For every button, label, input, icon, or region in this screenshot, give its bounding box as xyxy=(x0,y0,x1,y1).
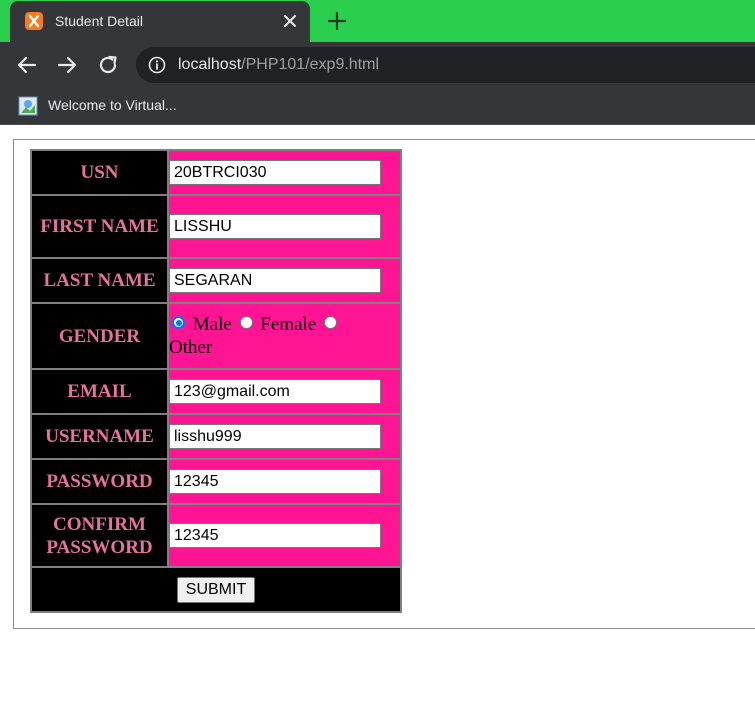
address-bar[interactable]: localhost/PHP101/exp9.html xyxy=(136,47,755,83)
url-host: localhost xyxy=(178,56,242,73)
submit-cell: SUBMIT xyxy=(31,567,401,612)
password-cell xyxy=(168,459,401,504)
email-input[interactable] xyxy=(169,379,381,404)
reload-icon[interactable] xyxy=(97,54,119,76)
gender-male-radio[interactable] xyxy=(172,316,185,329)
first-name-cell xyxy=(168,195,401,258)
username-input[interactable] xyxy=(169,424,381,449)
gender-cell: Male Female Other xyxy=(168,303,401,369)
email-cell xyxy=(168,369,401,414)
row-password: PASSWORD xyxy=(31,459,401,504)
confirm-password-input[interactable] xyxy=(169,523,381,548)
bookmarks-bar: Welcome to Virtual... xyxy=(0,89,755,125)
gender-options: Male Female Other xyxy=(169,313,400,359)
browser-tab[interactable]: Student Detail xyxy=(10,1,310,42)
confirm-password-cell xyxy=(168,504,401,567)
confirm-password-label: CONFIRM PASSWORD xyxy=(31,504,168,567)
row-usn: USN xyxy=(31,150,401,195)
usn-label: USN xyxy=(31,150,168,195)
info-icon[interactable] xyxy=(148,56,166,74)
url-text: localhost/PHP101/exp9.html xyxy=(178,56,379,74)
last-name-cell xyxy=(168,258,401,303)
xampp-icon xyxy=(25,12,43,30)
password-input[interactable] xyxy=(169,469,381,494)
row-first-name: FIRST NAME xyxy=(31,195,401,258)
gender-other-radio[interactable] xyxy=(323,316,337,329)
browser-toolbar: localhost/PHP101/exp9.html xyxy=(0,42,755,89)
back-arrow-icon[interactable] xyxy=(16,54,38,76)
email-label: EMAIL xyxy=(31,369,168,414)
forward-arrow-icon[interactable] xyxy=(56,54,78,76)
usn-cell xyxy=(168,150,401,195)
url-path: /PHP101/exp9.html xyxy=(241,56,380,73)
row-username: USERNAME xyxy=(31,414,401,459)
row-email: EMAIL xyxy=(31,369,401,414)
bookmark-welcome-virtual[interactable]: Welcome to Virtual... xyxy=(48,97,177,113)
row-submit: SUBMIT xyxy=(31,567,401,612)
new-tab-icon[interactable] xyxy=(325,9,349,33)
student-detail-form: USN FIRST NAME LAST NAME GENDER Male Fem… xyxy=(30,149,402,613)
last-name-input[interactable] xyxy=(169,268,381,293)
submit-button[interactable]: SUBMIT xyxy=(176,576,256,603)
password-label: PASSWORD xyxy=(31,459,168,504)
gender-other-label: Other xyxy=(169,337,213,358)
row-last-name: LAST NAME xyxy=(31,258,401,303)
tab-strip: Student Detail xyxy=(0,0,755,42)
first-name-label: FIRST NAME xyxy=(31,195,168,258)
usn-input[interactable] xyxy=(169,160,381,185)
row-confirm-password: CONFIRM PASSWORD xyxy=(31,504,401,567)
username-label: USERNAME xyxy=(31,414,168,459)
bookmark-favicon-icon xyxy=(18,96,38,116)
tab-title: Student Detail xyxy=(55,13,143,29)
gender-female-radio[interactable] xyxy=(239,316,253,329)
close-icon[interactable] xyxy=(280,11,300,31)
row-gender: GENDER Male Female Other xyxy=(31,303,401,369)
gender-label: GENDER xyxy=(31,303,168,369)
gender-female-label: Female xyxy=(260,314,317,335)
last-name-label: LAST NAME xyxy=(31,258,168,303)
first-name-input[interactable] xyxy=(169,214,381,239)
username-cell xyxy=(168,414,401,459)
gender-male-label: Male xyxy=(192,314,232,335)
